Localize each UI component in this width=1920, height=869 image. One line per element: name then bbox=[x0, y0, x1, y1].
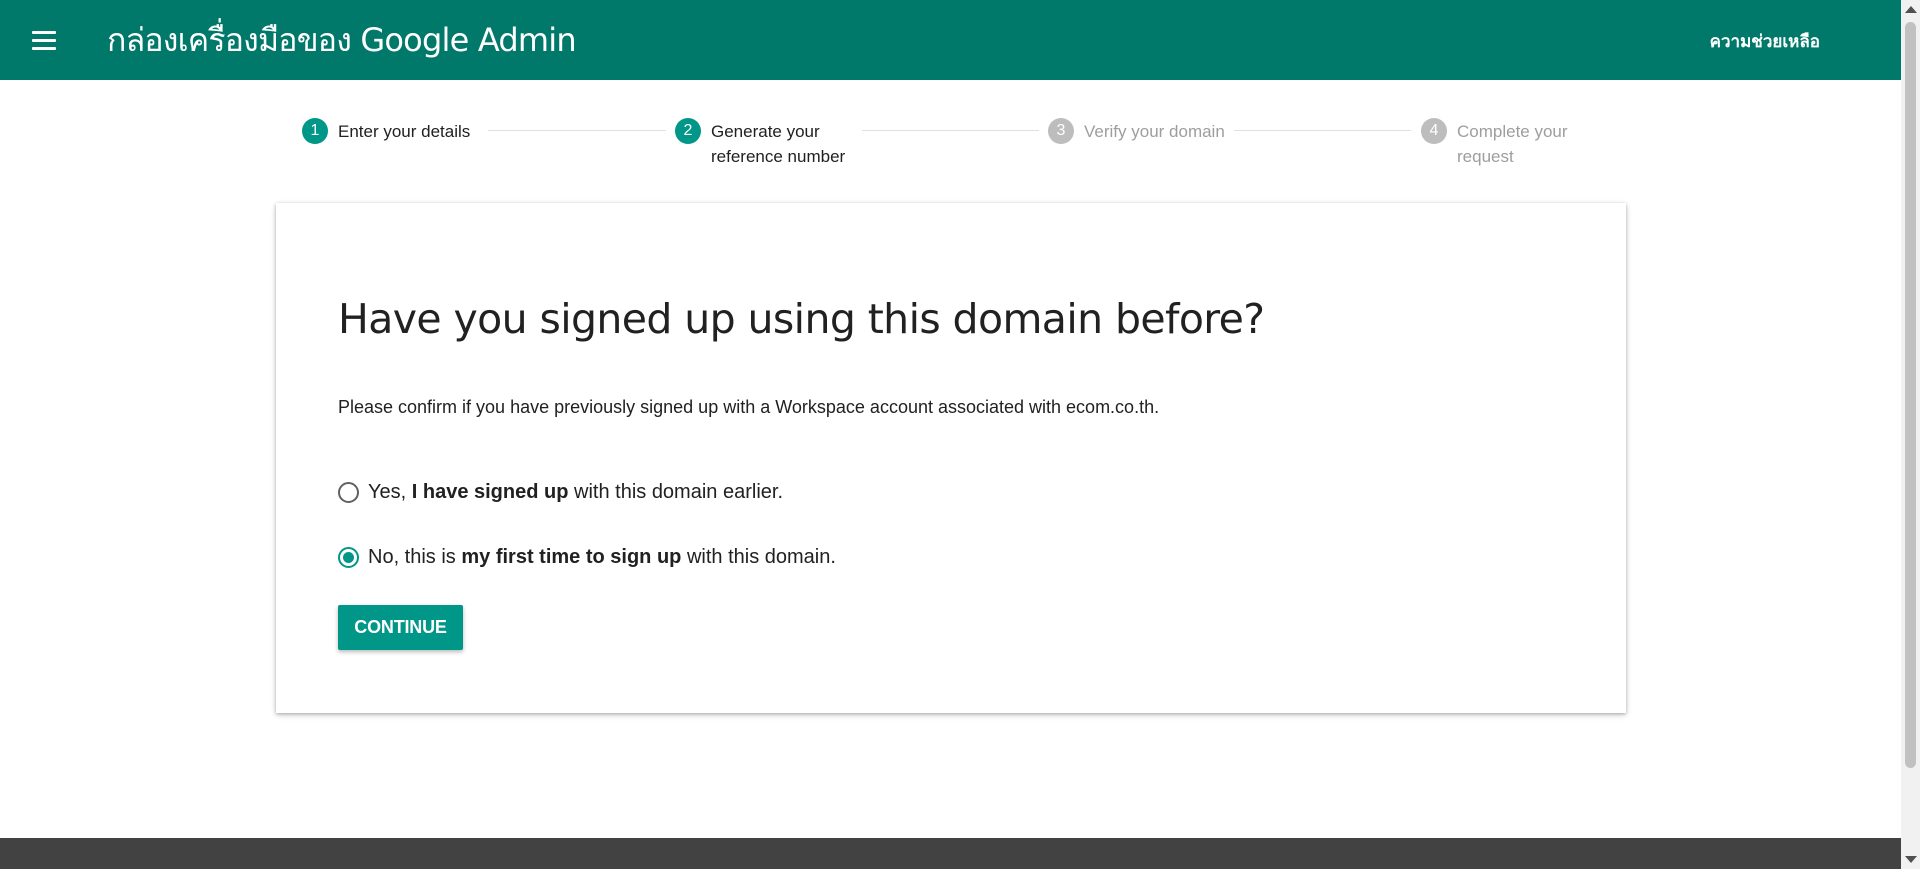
option-label: No, this is my first time to sign up wit… bbox=[368, 543, 836, 571]
option-first-time[interactable]: No, this is my first time to sign up wit… bbox=[338, 543, 836, 571]
option-label: Yes, I have signed up with this domain e… bbox=[368, 478, 783, 506]
help-link[interactable]: ความช่วยเหลือ bbox=[1710, 28, 1820, 55]
menu-button[interactable] bbox=[28, 24, 60, 56]
menu-icon bbox=[32, 30, 56, 34]
scroll-down-arrow-icon[interactable] bbox=[1905, 856, 1917, 863]
continue-button[interactable]: CONTINUE bbox=[338, 605, 463, 650]
option-label-bold: my first time to sign up bbox=[461, 546, 682, 568]
menu-icon-bar bbox=[32, 46, 56, 50]
option-label-prefix: Yes, bbox=[368, 481, 412, 503]
radio-button-no[interactable] bbox=[338, 546, 359, 568]
option-label-suffix: with this domain earlier. bbox=[568, 481, 783, 503]
stepper: 1 Enter your details 2 Generate your ref… bbox=[302, 118, 1602, 178]
step-connector bbox=[862, 130, 1039, 131]
scroll-thumb[interactable] bbox=[1905, 22, 1916, 768]
step-number: 2 bbox=[675, 118, 701, 144]
page: กล่องเครื่องมือของ Google Admin ความช่วย… bbox=[0, 0, 1901, 869]
step-number: 4 bbox=[1421, 118, 1447, 144]
step-number: 1 bbox=[302, 118, 328, 144]
step-label: Complete your request bbox=[1457, 122, 1568, 166]
menu-icon-bar bbox=[32, 38, 56, 42]
step-label: Verify your domain bbox=[1084, 122, 1225, 141]
card-description: Please confirm if you have previously si… bbox=[338, 397, 1160, 417]
step-connector bbox=[1234, 130, 1411, 131]
step-1: 1 Enter your details bbox=[302, 118, 478, 144]
vertical-scrollbar[interactable] bbox=[1901, 0, 1920, 869]
card-title: Have you signed up using this domain bef… bbox=[338, 295, 1265, 343]
option-signed-up-before[interactable]: Yes, I have signed up with this domain e… bbox=[338, 478, 783, 506]
step-number: 3 bbox=[1048, 118, 1074, 144]
step-label: Enter your details bbox=[338, 122, 471, 141]
footer bbox=[0, 838, 1901, 869]
radio-button-yes[interactable] bbox=[338, 481, 359, 503]
option-label-bold: I have signed up bbox=[411, 481, 569, 503]
step-3: 3 Verify your domain bbox=[1048, 118, 1244, 144]
step-2: 2 Generate your reference number bbox=[675, 118, 856, 169]
step-label: Generate your reference number bbox=[711, 122, 846, 166]
scroll-up-arrow-icon[interactable] bbox=[1905, 6, 1917, 13]
step-connector bbox=[488, 130, 666, 131]
option-label-prefix: No, this is bbox=[368, 546, 462, 568]
app-bar: กล่องเครื่องมือของ Google Admin ความช่วย… bbox=[0, 0, 1901, 80]
step-4: 4 Complete your request bbox=[1421, 118, 1582, 169]
app-title: กล่องเครื่องมือของ Google Admin bbox=[107, 21, 577, 59]
signup-card: Have you signed up using this domain bef… bbox=[276, 203, 1626, 713]
option-label-suffix: with this domain. bbox=[681, 546, 836, 568]
